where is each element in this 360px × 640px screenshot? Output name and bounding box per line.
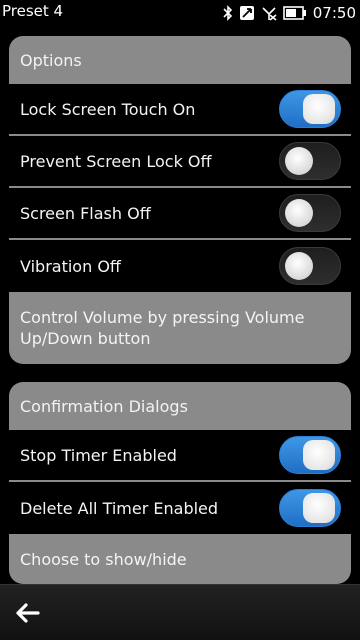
toggle-knob (303, 440, 335, 470)
lock-screen-touch-toggle[interactable] (279, 90, 341, 128)
status-title: Preset 4 (2, 2, 64, 20)
row-label: Delete All Timer Enabled (20, 498, 219, 518)
screen-flash-row[interactable]: Screen Flash Off (9, 188, 351, 240)
lock-screen-touch-row[interactable]: Lock Screen Touch On (9, 84, 351, 136)
toggle-knob (285, 199, 313, 227)
toggle-knob (285, 147, 313, 175)
delete-all-timer-toggle[interactable] (279, 489, 341, 527)
prevent-screen-lock-toggle[interactable] (279, 142, 341, 180)
nfc-icon (239, 5, 255, 21)
stop-timer-row[interactable]: Stop Timer Enabled (9, 430, 351, 482)
row-label: Lock Screen Touch On (20, 99, 196, 119)
confirmation-panel: Confirmation Dialogs Stop Timer Enabled … (9, 382, 351, 584)
row-label: Stop Timer Enabled (20, 445, 177, 465)
status-bar: Preset 4 07:50 (0, 0, 360, 26)
back-arrow-icon[interactable] (14, 599, 42, 627)
row-label: Screen Flash Off (20, 203, 151, 223)
screen-flash-toggle[interactable] (279, 194, 341, 232)
row-label: Vibration Off (20, 256, 121, 276)
row-label: Prevent Screen Lock Off (20, 151, 212, 171)
status-time: 07:50 (312, 4, 356, 22)
bluetooth-icon (223, 5, 233, 21)
battery-icon (282, 5, 307, 21)
toggle-knob (303, 493, 335, 523)
options-footer-text: Control Volume by pressing Volume Up/Dow… (20, 308, 305, 348)
confirmation-header: Confirmation Dialogs (20, 396, 188, 416)
content-area[interactable]: Options Lock Screen Touch On Prevent Scr… (0, 26, 360, 584)
stop-timer-toggle[interactable] (279, 436, 341, 474)
bottom-toolbar (0, 584, 360, 640)
options-panel: Options Lock Screen Touch On Prevent Scr… (9, 36, 351, 364)
options-footer: Control Volume by pressing Volume Up/Dow… (9, 292, 351, 364)
delete-all-timer-row[interactable]: Delete All Timer Enabled (9, 482, 351, 534)
status-icons: 07:50 (223, 3, 356, 23)
vibration-toggle[interactable] (279, 247, 341, 285)
options-header: Options (20, 50, 82, 70)
no-signal-icon (261, 5, 277, 21)
confirmation-footer-text: Choose to show/hide (20, 549, 187, 569)
toggle-knob (303, 94, 335, 124)
vibration-row[interactable]: Vibration Off (9, 240, 351, 292)
prevent-screen-lock-row[interactable]: Prevent Screen Lock Off (9, 136, 351, 188)
toggle-knob (285, 252, 313, 280)
confirmation-footer: Choose to show/hide (9, 534, 351, 584)
